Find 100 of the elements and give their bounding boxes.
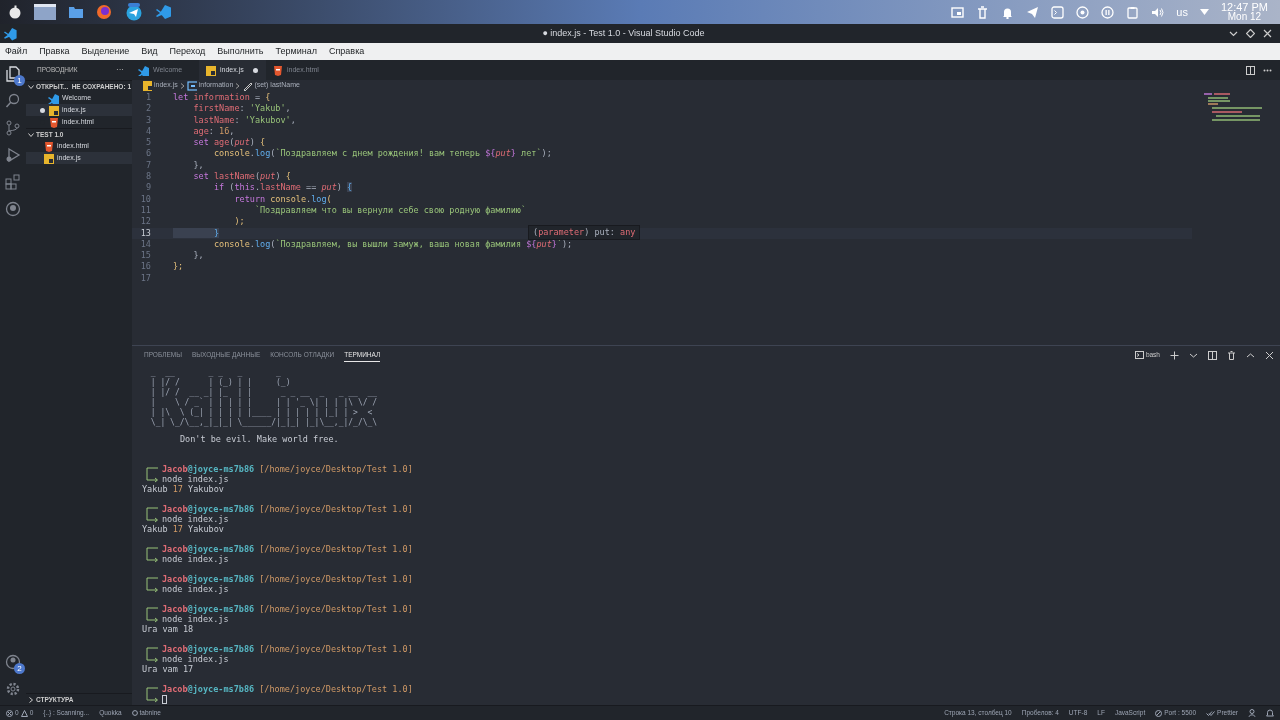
object-icon: [186, 79, 197, 92]
code-line: );: [233, 216, 245, 228]
double-check-icon: [1206, 709, 1216, 717]
terminal-prompt: Jacob@joyce-ms7b86 [/home/joyce/Desktop/Test 1.0]: [162, 684, 413, 694]
terminal-output: Yakub 17 Yakubov: [142, 484, 225, 494]
speaker-icon[interactable]: [1151, 5, 1165, 19]
code-line: return console.log(: [233, 193, 332, 205]
clipboard-icon[interactable]: [1126, 5, 1140, 19]
terminal-prompt: Jacob@joyce-ms7b86 [/home/joyce/Desktop/Test 1.0]: [162, 464, 413, 474]
terminal-icon[interactable]: [1051, 5, 1065, 19]
line-number: 12: [139, 216, 152, 228]
menu-item[interactable]: Справка: [327, 44, 366, 59]
maximize-icon[interactable]: [1246, 29, 1255, 38]
code-line: console.log(`Поздравляем, вы вышли замуж, ваша новая фамилия ${put}`);: [212, 238, 573, 251]
launcher-icon[interactable]: [8, 5, 22, 19]
line-number: 14: [139, 238, 152, 251]
js-file-icon: [205, 64, 216, 76]
menu-item[interactable]: Выполнить: [216, 44, 265, 59]
js-icon: [142, 79, 152, 92]
line-number: 16: [139, 261, 152, 273]
code-line: age: 16,: [192, 125, 235, 138]
code-editor-icon[interactable]: [156, 4, 172, 20]
pause-icon[interactable]: [1101, 5, 1115, 19]
line-number: 10: [139, 193, 152, 205]
window-icon[interactable]: [951, 5, 965, 19]
terminal-prompt: Jacob@joyce-ms7b86 [/home/joyce/Desktop/Test 1.0]: [162, 644, 413, 654]
terminal-icon: [1134, 351, 1144, 359]
menu-item[interactable]: Вид: [140, 44, 159, 59]
bell-icon[interactable]: [1266, 709, 1274, 717]
terminal-command: node index.js: [162, 614, 229, 624]
menu-item[interactable]: Выделение: [80, 44, 131, 59]
more-actions-button[interactable]: ···: [116, 64, 124, 76]
prompt-bracket-icon: [146, 545, 160, 563]
line-number: 7: [144, 159, 152, 172]
settings-icon[interactable]: [5, 681, 21, 697]
js-file-icon: [48, 104, 59, 116]
terminal-text: Don't be evil. Make world free.: [180, 434, 340, 444]
browser-icon[interactable]: [96, 4, 112, 20]
terminal-command: node index.js: [162, 554, 229, 564]
blocked-icon: [1155, 709, 1163, 717]
code-line: set lastName(put) {: [192, 171, 291, 183]
chevron-icon: [179, 82, 185, 89]
code-line: },: [192, 250, 204, 262]
line-number: 13: [139, 227, 152, 239]
prompt-bracket-icon: [146, 605, 160, 623]
menu-item[interactable]: Правка: [38, 44, 71, 59]
minimize-icon[interactable]: [1229, 29, 1238, 38]
menu-item[interactable]: Файл: [4, 44, 29, 59]
line-number: 5: [144, 137, 152, 149]
circle-icon: [131, 710, 138, 716]
prompt-bracket-icon: [146, 685, 160, 703]
terminal-command: node index.js: [162, 514, 229, 524]
split-terminal-icon[interactable]: [1208, 350, 1217, 360]
line-number: 4: [144, 125, 152, 138]
code-line: };: [172, 261, 184, 273]
hover-tooltip: (parameter) put: any: [528, 225, 641, 240]
close-icon[interactable]: [1263, 29, 1272, 38]
line-number: 17: [139, 272, 152, 285]
menu-item[interactable]: Переход: [168, 44, 207, 59]
notification-badge: 1: [14, 75, 25, 86]
terminal-command: node index.js: [162, 584, 229, 594]
line-number: 11: [139, 204, 152, 217]
line-number: 8: [144, 171, 152, 183]
vscode-file-icon: [138, 64, 149, 76]
chevron-up-icon[interactable]: [1246, 350, 1255, 360]
html-file-icon: [272, 64, 283, 76]
terminal-output: Ura vam 18: [142, 624, 195, 634]
extensions-icon[interactable]: [5, 174, 21, 190]
terminal-output: Yakub 17 Yakubov: [142, 524, 225, 534]
prompt-bracket-icon: [146, 575, 160, 593]
terminal-prompt: Jacob@joyce-ms7b86 [/home/joyce/Desktop/Test 1.0]: [162, 604, 413, 614]
paper-plane-icon[interactable]: [1026, 5, 1040, 19]
chevron-icon: [28, 696, 34, 703]
source-control-icon[interactable]: [5, 120, 21, 136]
line-number: 2: [144, 103, 152, 115]
chevron-icon: [28, 83, 34, 90]
menu-item[interactable]: Терминал: [274, 44, 318, 59]
code-line: if (this.lastName == put) {: [212, 182, 353, 194]
split-editor-icon[interactable]: [1246, 65, 1255, 75]
ascii-art-text: _ __ _ _ _ _ | |/ / | (_) | | (_) | |/ / __ _| |_ | | _ _ __ _ _ __ __ | \ / _` | | | | | | | '_ \| | | |\ \/ / | |\ \ (_| | | | | |____ | | | | | |_| | > < \_| \_/\__,_|_|_| \______/|_|_| |_|\__,_|/_/\_\: [149, 368, 378, 428]
messenger-icon[interactable]: [124, 3, 144, 21]
window-title: ● index.js - Test 1.0 - Visual Studio Code: [541, 26, 706, 40]
plus-icon[interactable]: [1170, 350, 1179, 360]
warning-icon: [20, 709, 28, 717]
line-number: 3: [144, 114, 152, 126]
chevron-icon: [28, 131, 34, 138]
person-feedback-icon[interactable]: [1248, 709, 1256, 717]
chevron-icon: [235, 82, 241, 89]
prompt-bracket-icon: [146, 505, 160, 523]
vscode-file-icon: [48, 92, 59, 104]
close-icon[interactable]: [1265, 350, 1274, 360]
line-number: 1: [144, 92, 152, 104]
trash-icon[interactable]: [1227, 350, 1236, 360]
files-icon[interactable]: [5, 66, 21, 82]
search-icon[interactable]: [5, 93, 21, 109]
folder-icon[interactable]: [68, 5, 84, 19]
notification-badge: 2: [14, 663, 25, 674]
run-debug-icon[interactable]: [5, 147, 21, 163]
terminal-output: Ura vam 17: [142, 664, 195, 674]
terminal-prompt: Jacob@joyce-ms7b86 [/home/joyce/Desktop/Test 1.0]: [162, 504, 413, 514]
